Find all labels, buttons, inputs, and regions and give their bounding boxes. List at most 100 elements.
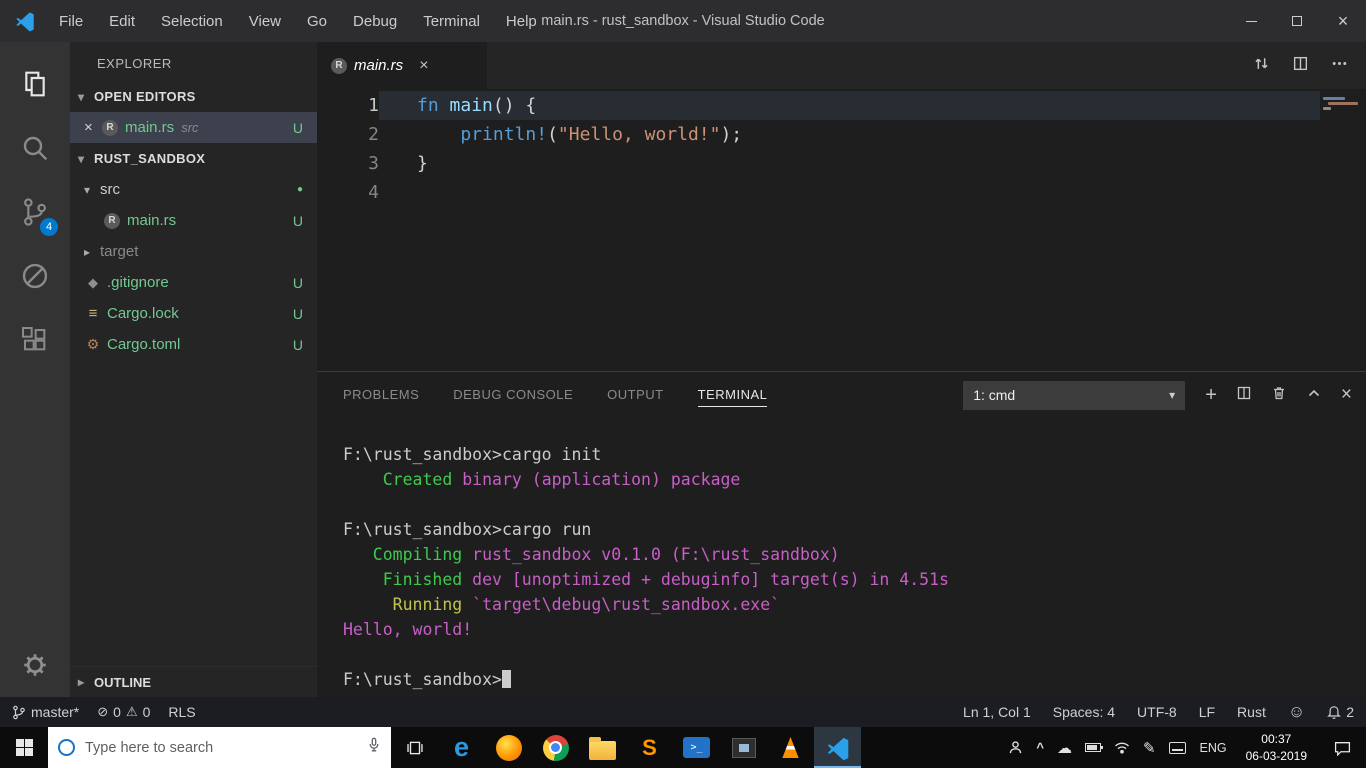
debug-view-button[interactable] — [0, 244, 70, 308]
powershell-taskbar-icon[interactable]: >_ — [673, 727, 720, 768]
line-number: 3 — [368, 153, 379, 174]
toml-file-icon: ⚙ — [86, 336, 100, 352]
workspace-root-label: RUST_SANDBOX — [94, 151, 206, 166]
menu-go[interactable]: Go — [294, 0, 340, 42]
firefox-taskbar-icon[interactable] — [485, 727, 532, 768]
pen-icon[interactable]: ✎ — [1140, 739, 1159, 757]
tree-item-main-rs[interactable]: Rmain.rs U — [70, 205, 317, 236]
menu-file[interactable]: File — [46, 0, 96, 42]
chrome-icon — [542, 734, 569, 761]
outline-section-header[interactable]: ▸ OUTLINE — [70, 666, 317, 697]
rust-file-icon: R — [331, 57, 347, 74]
tree-item-src[interactable]: ▾ src ● — [70, 174, 317, 205]
extensions-view-button[interactable] — [0, 308, 70, 372]
problems-status[interactable]: ⊘ 0 ⚠ 0 — [97, 704, 150, 720]
vscode-taskbar-icon[interactable] — [814, 727, 861, 768]
sublime-taskbar-icon[interactable]: S — [626, 727, 673, 768]
minimize-button[interactable] — [1228, 0, 1274, 42]
code-editor[interactable]: 1 2 3 4 fn main() { println!("Hello, world!… — [317, 89, 1366, 371]
taskbar-search-box[interactable] — [48, 727, 391, 768]
terminal-output[interactable]: F:\rust_sandbox>cargo init Created binar… — [317, 418, 1366, 697]
window-controls: × — [1228, 0, 1366, 42]
taskbar-clock[interactable]: 00:37 06-03-2019 — [1238, 731, 1315, 763]
menu-edit[interactable]: Edit — [96, 0, 148, 42]
time: 00:37 — [1261, 732, 1292, 747]
tree-item-target[interactable]: ▸ target — [70, 236, 317, 267]
open-editors-section-header[interactable]: ▾ OPEN EDITORS — [70, 81, 317, 112]
people-icon[interactable] — [1005, 740, 1026, 755]
status-indentation[interactable]: Spaces: 4 — [1053, 704, 1115, 720]
status-encoding[interactable]: UTF-8 — [1137, 704, 1177, 720]
maximize-button[interactable] — [1274, 0, 1320, 42]
folder-section-header[interactable]: ▾ RUST_SANDBOX — [70, 143, 317, 174]
search-view-button[interactable] — [0, 116, 70, 180]
branch-name: master* — [31, 704, 80, 720]
settings-gear-button[interactable] — [0, 633, 70, 697]
vlc-taskbar-icon[interactable] — [767, 727, 814, 768]
start-button[interactable] — [0, 727, 48, 768]
terminal-line: Compiling rust_sandbox v0.1.0 (F:\rust_s… — [343, 545, 840, 564]
menu-debug[interactable]: Debug — [340, 0, 410, 42]
hidden-icons-chevron[interactable]: ^ — [1033, 740, 1047, 755]
menu-view[interactable]: View — [236, 0, 294, 42]
notifications-status[interactable]: 2 — [1327, 704, 1354, 720]
status-language-mode[interactable]: Rust — [1237, 704, 1266, 720]
panel-tab-debug-console[interactable]: DEBUG CONSOLE — [453, 383, 573, 407]
chevron-icon: ▾ — [84, 182, 91, 197]
touch-keyboard-icon[interactable] — [1166, 741, 1189, 754]
file-explorer-taskbar-icon[interactable] — [579, 727, 626, 768]
maximize-panel-button[interactable] — [1306, 385, 1322, 406]
onedrive-cloud-icon[interactable]: ☁ — [1054, 739, 1075, 757]
code-lines: fn main() { println!("Hello, world!");} — [379, 91, 1320, 371]
search-input[interactable] — [85, 739, 367, 756]
wifi-icon[interactable] — [1111, 741, 1133, 754]
language-indicator[interactable]: ENG — [1196, 741, 1231, 755]
chrome-taskbar-icon[interactable] — [532, 727, 579, 768]
open-editor-item-main-rs[interactable]: × R main.rs src U — [70, 112, 317, 143]
tree-item-cargo-lock[interactable]: ≡ Cargo.lock U — [70, 298, 317, 329]
battery-icon[interactable] — [1082, 743, 1104, 752]
git-branch-status[interactable]: master* — [12, 704, 79, 720]
open-editors-label: OPEN EDITORS — [94, 89, 196, 104]
new-terminal-button[interactable]: + — [1205, 385, 1217, 405]
editor-group: R main.rs × 1234 fn main() {println!("H… — [317, 42, 1366, 697]
status-cursor-position[interactable]: Ln 1, Col 1 — [963, 704, 1031, 720]
app-window-taskbar-icon[interactable] — [720, 727, 767, 768]
task-view-button[interactable] — [391, 727, 438, 768]
terminal-selector-dropdown[interactable]: 1: cmd ▾ — [963, 380, 1186, 410]
notification-center-icon[interactable] — [1322, 740, 1362, 756]
microphone-icon[interactable] — [367, 737, 381, 758]
firefox-icon — [495, 734, 522, 761]
source-control-view-button[interactable]: 4 — [0, 180, 70, 244]
panel-tab-terminal[interactable]: TERMINAL — [697, 383, 768, 407]
tree-item-gitignore[interactable]: ◆ .gitignore U — [70, 267, 317, 298]
panel-tab-problems[interactable]: PROBLEMS — [343, 383, 419, 407]
menu-selection[interactable]: Selection — [148, 0, 236, 42]
split-terminal-button[interactable] — [1236, 385, 1252, 406]
rls-status[interactable]: RLS — [168, 704, 195, 720]
more-actions-icon[interactable] — [1331, 55, 1348, 77]
feedback-smiley-icon[interactable]: ☺ — [1288, 702, 1305, 722]
terminal-selector-value: 1: cmd — [973, 387, 1016, 403]
open-changes-icon[interactable] — [1253, 55, 1270, 77]
status-eol[interactable]: LF — [1199, 704, 1215, 720]
close-button[interactable]: × — [1320, 0, 1366, 42]
explorer-view-button[interactable] — [0, 52, 70, 116]
maximize-icon — [1292, 16, 1302, 26]
tab-close-icon[interactable]: × — [419, 57, 428, 75]
edge-taskbar-icon[interactable]: e — [438, 727, 485, 768]
split-editor-icon[interactable] — [1292, 55, 1309, 77]
close-panel-button[interactable]: × — [1341, 384, 1352, 406]
kill-terminal-button[interactable] — [1271, 385, 1287, 406]
tab-main-rs[interactable]: R main.rs × — [317, 42, 487, 89]
rust-file-icon: R — [104, 212, 120, 229]
close-editor-icon[interactable]: × — [84, 119, 102, 136]
minimap[interactable] — [1320, 91, 1366, 371]
menu-terminal[interactable]: Terminal — [410, 0, 493, 42]
system-tray: ^ ☁ ✎ ENG 00:37 06-03-2019 — [1005, 727, 1366, 768]
rust-file-icon: R — [102, 119, 118, 136]
git-status-badge: U — [292, 212, 303, 229]
panel-tab-output[interactable]: OUTPUT — [607, 383, 663, 407]
tree-item-cargo-toml[interactable]: ⚙ Cargo.toml U — [70, 329, 317, 360]
vscode-icon — [827, 737, 848, 760]
